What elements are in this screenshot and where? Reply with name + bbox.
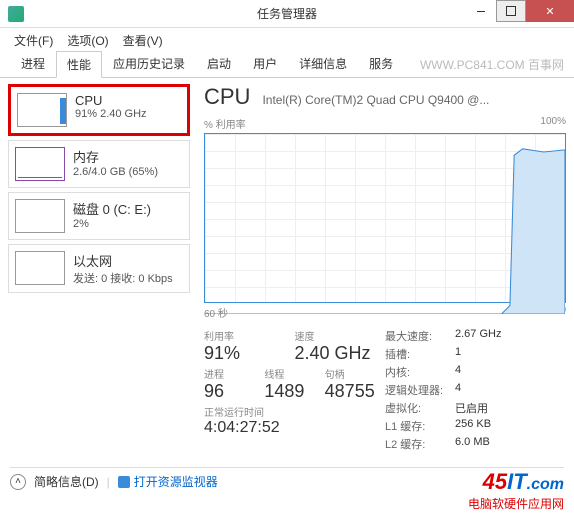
cores: 4 — [455, 364, 461, 380]
virtualization: 已启用 — [455, 400, 488, 416]
disk-thumb-icon — [15, 199, 65, 233]
window-controls — [466, 0, 574, 22]
sidebar-mem-sub: 2.6/4.0 GB (65%) — [73, 166, 158, 178]
tab-processes[interactable]: 进程 — [10, 50, 56, 77]
cpu-details: 最大速度:2.67 GHz 插槽:1 内核:4 逻辑处理器:4 虚拟化:已启用 … — [385, 328, 566, 454]
tab-details[interactable]: 详细信息 — [288, 50, 358, 77]
brand-watermark: 45IT.com 电脑软硬件应用网 — [468, 469, 564, 512]
logical-cpus: 4 — [455, 382, 461, 398]
content-area: CPU 91% 2.40 GHz 内存 2.6/4.0 GB (65%) 磁盘 … — [0, 78, 574, 478]
cpu-usage-chart — [204, 133, 566, 303]
main-panel: CPU Intel(R) Core(TM)2 Quad CPU Q9400 @.… — [190, 84, 566, 472]
main-header: CPU Intel(R) Core(TM)2 Quad CPU Q9400 @.… — [204, 84, 566, 110]
tab-bar: 进程 性能 应用历史记录 启动 用户 详细信息 服务 WWW.PC841.COM… — [0, 52, 574, 78]
ethernet-thumb-icon — [15, 251, 65, 285]
collapse-button[interactable]: ˄ — [10, 474, 26, 490]
cpu-title: CPU — [204, 84, 250, 110]
sidebar-disk-label: 磁盘 0 (C: E:) — [73, 199, 151, 218]
sidebar-mem-label: 内存 — [73, 147, 158, 166]
sidebar-cpu-sub: 91% 2.40 GHz — [75, 108, 147, 120]
chart-line — [205, 134, 565, 314]
chart-y-label: % 利用率 — [204, 116, 246, 131]
max-speed: 2.67 GHz — [455, 328, 501, 344]
watermark-text: WWW.PC841.COM 百事网 — [420, 56, 564, 73]
sidebar-net-label: 以太网 — [73, 251, 173, 270]
util-value: 91% — [204, 343, 295, 364]
speed-label: 速度 — [295, 328, 386, 343]
chart-y-max: 100% — [540, 116, 566, 131]
window-title: 任务管理器 — [257, 5, 317, 22]
footer-divider — [10, 467, 564, 468]
minimize-button[interactable] — [466, 0, 496, 22]
sidebar-disk-sub: 2% — [73, 218, 151, 230]
close-button[interactable] — [526, 0, 574, 22]
menu-view[interactable]: 查看(V) — [117, 30, 169, 51]
status-bar: ˄ 简略信息(D) | 打开资源监视器 — [10, 473, 218, 490]
cpu-thumb-icon — [17, 93, 67, 127]
uptime-label: 正常运行时间 — [204, 404, 385, 419]
memory-thumb-icon — [15, 147, 65, 181]
menu-file[interactable]: 文件(F) — [8, 30, 59, 51]
sockets: 1 — [455, 346, 461, 362]
brand-subtitle: 电脑软硬件应用网 — [468, 495, 564, 512]
thread-label: 线程 — [264, 366, 324, 381]
tab-users[interactable]: 用户 — [242, 50, 288, 77]
proc-value: 96 — [204, 381, 264, 402]
tab-startup[interactable]: 启动 — [196, 50, 242, 77]
l1-cache: 256 KB — [455, 418, 491, 434]
speed-value: 2.40 GHz — [295, 343, 386, 364]
sidebar-item-ethernet[interactable]: 以太网 发送: 0 接收: 0 Kbps — [8, 244, 190, 293]
tab-performance[interactable]: 性能 — [56, 51, 102, 78]
menu-options[interactable]: 选项(O) — [61, 30, 114, 51]
handle-label: 句柄 — [325, 366, 385, 381]
menu-bar: 文件(F) 选项(O) 查看(V) — [0, 28, 574, 52]
window-titlebar: 任务管理器 — [0, 0, 574, 28]
sidebar-item-memory[interactable]: 内存 2.6/4.0 GB (65%) — [8, 140, 190, 188]
l2-cache: 6.0 MB — [455, 436, 490, 452]
app-icon — [8, 6, 24, 22]
thread-value: 1489 — [264, 381, 324, 402]
cpu-description: Intel(R) Core(TM)2 Quad CPU Q9400 @... — [262, 93, 566, 107]
sidebar-item-cpu[interactable]: CPU 91% 2.40 GHz — [8, 84, 190, 136]
tab-services[interactable]: 服务 — [358, 50, 404, 77]
uptime-value: 4:04:27:52 — [204, 419, 385, 437]
proc-label: 进程 — [204, 366, 264, 381]
tab-app-history[interactable]: 应用历史记录 — [102, 50, 196, 77]
handle-value: 48755 — [325, 381, 385, 402]
sidebar-net-sub: 发送: 0 接收: 0 Kbps — [73, 270, 173, 286]
util-label: 利用率 — [204, 328, 295, 343]
collapse-label[interactable]: 简略信息(D) — [34, 473, 99, 490]
sidebar-item-disk[interactable]: 磁盘 0 (C: E:) 2% — [8, 192, 190, 240]
stats-area: 利用率 91% 速度 2.40 GHz 进程 96 线程 148 — [204, 328, 566, 454]
resource-sidebar: CPU 91% 2.40 GHz 内存 2.6/4.0 GB (65%) 磁盘 … — [8, 84, 190, 472]
sidebar-cpu-label: CPU — [75, 93, 147, 108]
brand-logo: 45IT.com — [468, 469, 564, 495]
open-resource-monitor-link[interactable]: 打开资源监视器 — [118, 473, 218, 490]
maximize-button[interactable] — [496, 0, 526, 22]
